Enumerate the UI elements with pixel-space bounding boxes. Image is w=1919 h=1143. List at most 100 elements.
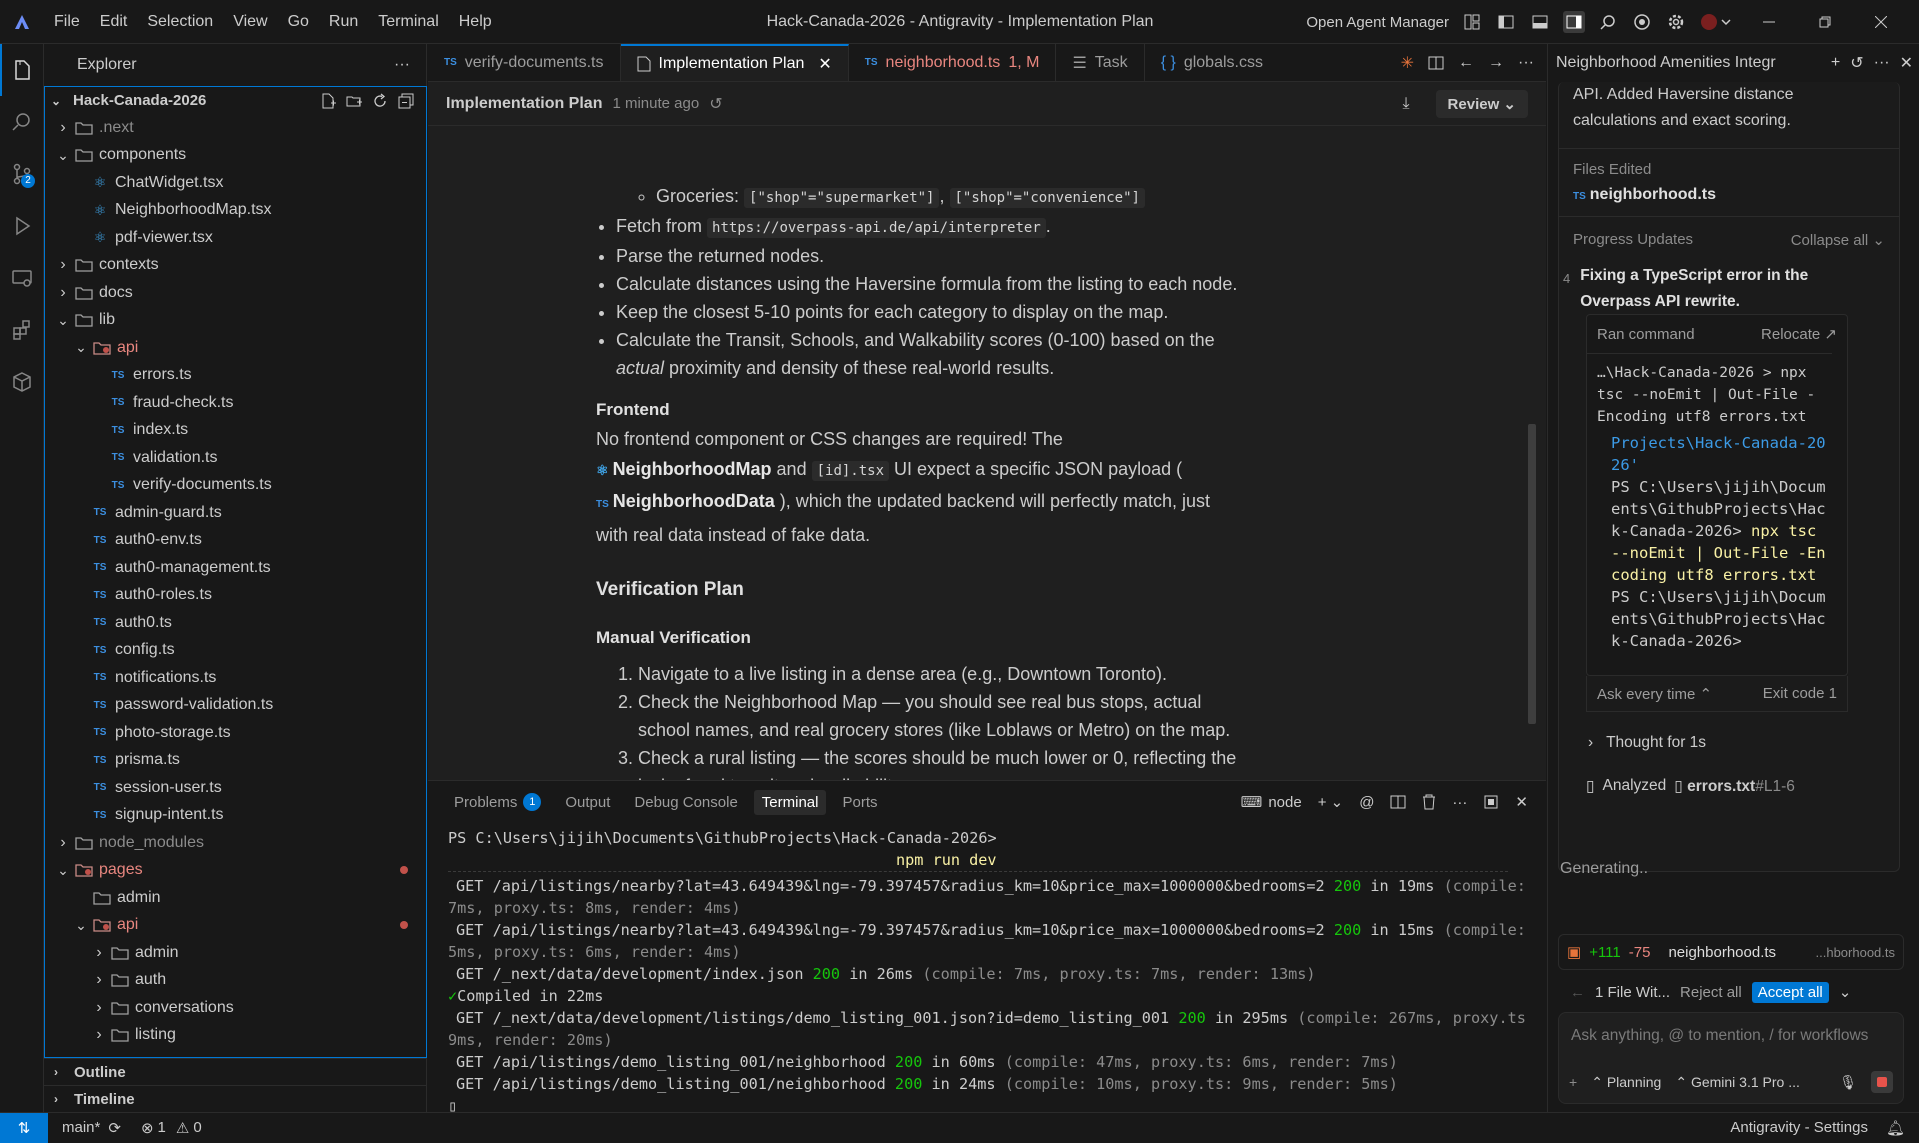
close-icon[interactable]: ✕ <box>1515 793 1528 811</box>
menu-edit[interactable]: Edit <box>90 13 138 31</box>
file-item[interactable]: TS auth0-roles.ts <box>45 582 426 610</box>
collapse-all-icon[interactable] <box>398 93 414 109</box>
folder-item[interactable]: › contexts <box>45 252 426 280</box>
file-item[interactable]: TS validation.ts <box>45 444 426 472</box>
file-item[interactable]: TS notifications.ts <box>45 664 426 692</box>
accept-all-button[interactable]: Accept all <box>1751 981 1829 1003</box>
search-icon[interactable] <box>1597 11 1619 33</box>
avatar[interactable] <box>1699 11 1735 33</box>
more-actions-icon[interactable]: ··· <box>1874 54 1890 72</box>
reject-all-button[interactable]: Reject all <box>1680 984 1742 1001</box>
terminal-shell-selector[interactable]: ⌨ node <box>1241 793 1302 812</box>
split-editor-icon[interactable] <box>1428 55 1444 71</box>
sync-icon[interactable]: ⟳ <box>108 1119 121 1137</box>
tab-globals-css[interactable]: { } globals.css <box>1145 44 1279 81</box>
file-item[interactable]: TS prisma.ts <box>45 747 426 775</box>
history-icon[interactable]: ↺ <box>1850 53 1863 73</box>
more-actions-icon[interactable]: ··· <box>1452 794 1467 811</box>
file-item[interactable]: TS photo-storage.ts <box>45 719 426 747</box>
relocate-button[interactable]: Relocate ↗ <box>1761 325 1837 343</box>
back-arrow-icon[interactable]: ← <box>1458 54 1474 72</box>
close-icon[interactable]: ✕ <box>1900 53 1913 73</box>
more-actions-icon[interactable]: ··· <box>394 56 410 74</box>
tab-verify-documents[interactable]: TS verify-documents.ts <box>428 44 621 81</box>
mode-selector[interactable]: ⌃ Planning <box>1591 1074 1661 1091</box>
file-item[interactable]: TS auth0-env.ts <box>45 527 426 555</box>
toggle-secondary-sidebar-icon[interactable] <box>1563 11 1585 33</box>
edited-file-chip[interactable]: TS neighborhood.ts <box>1573 186 1885 204</box>
new-terminal-icon[interactable]: + ⌄ <box>1318 793 1344 811</box>
thought-row[interactable]: › Thought for 1s <box>1588 734 1706 752</box>
bell-icon[interactable]: 🔔︎ <box>1886 1119 1905 1137</box>
file-item[interactable]: TS session-user.ts <box>45 774 426 802</box>
tab-problems[interactable]: Problems 1 <box>446 789 549 815</box>
branch-indicator[interactable]: main* ⟳ <box>62 1119 121 1137</box>
stop-button[interactable] <box>1871 1071 1893 1093</box>
new-file-icon[interactable] <box>320 93 336 109</box>
folder-item[interactable]: › conversations <box>45 994 426 1022</box>
split-terminal-icon[interactable] <box>1390 794 1406 810</box>
run-debug-icon[interactable] <box>0 200 43 252</box>
file-chip[interactable]: ⚛ NeighborhoodMap <box>596 459 772 479</box>
tab-task[interactable]: ☰ Task <box>1056 44 1145 81</box>
file-item[interactable]: TS auth0.ts <box>45 609 426 637</box>
history-icon[interactable]: ↺ <box>709 94 722 114</box>
toggle-panel-icon[interactable] <box>1529 11 1551 33</box>
folder-item[interactable]: › docs <box>45 279 426 307</box>
file-item[interactable]: TS password-validation.ts <box>45 692 426 720</box>
file-item[interactable]: ⚛ pdf-viewer.tsx <box>45 224 426 252</box>
back-arrow-icon[interactable]: ← <box>1570 984 1585 1001</box>
menu-view[interactable]: View <box>223 13 277 31</box>
editor-scrollbar[interactable] <box>1528 424 1536 724</box>
gear-icon[interactable] <box>1665 11 1687 33</box>
add-context-icon[interactable]: + <box>1569 1074 1577 1090</box>
file-item[interactable]: TS config.ts <box>45 637 426 665</box>
tab-debug-console[interactable]: Debug Console <box>626 790 745 815</box>
microphone-icon[interactable]: 🎙 <box>1839 1074 1857 1091</box>
file-item[interactable]: TS signup-intent.ts <box>45 802 426 830</box>
ask-every-time-dropdown[interactable]: Ask every time ⌃ <box>1597 685 1712 703</box>
restore-icon[interactable] <box>1803 16 1847 28</box>
account-icon[interactable] <box>1631 11 1653 33</box>
collapse-all-button[interactable]: Collapse all ⌄ <box>1791 231 1885 249</box>
menu-selection[interactable]: Selection <box>137 13 223 31</box>
problems-indicator[interactable]: ⊗ 1 ⚠ 0 <box>141 1119 202 1137</box>
minimize-icon[interactable] <box>1747 16 1791 28</box>
timeline-section[interactable]: › Timeline <box>44 1085 427 1112</box>
menu-run[interactable]: Run <box>319 13 368 31</box>
menu-help[interactable]: Help <box>449 13 502 31</box>
remote-explorer-icon[interactable] <box>0 252 43 304</box>
tab-terminal[interactable]: Terminal <box>753 789 827 815</box>
menu-file[interactable]: File <box>44 13 90 31</box>
at-mention-icon[interactable]: @ <box>1359 794 1374 811</box>
analyzed-row[interactable]: ▯ Analyzed ▯ errors.txt#L1-6 <box>1586 777 1795 796</box>
source-control-icon[interactable]: 2 <box>0 148 43 200</box>
folder-item[interactable]: ⌄ api <box>45 334 426 362</box>
terminal-output[interactable]: PS C:\Users\jijih\Documents\GithubProjec… <box>428 823 1528 1113</box>
explorer-view-icon[interactable] <box>0 44 43 96</box>
menu-terminal[interactable]: Terminal <box>368 13 448 31</box>
trash-icon[interactable] <box>1422 794 1436 810</box>
extensions-icon[interactable] <box>0 304 43 356</box>
download-icon[interactable]: ⤓ <box>1402 95 1409 113</box>
open-agent-manager-button[interactable]: Open Agent Manager <box>1306 14 1449 31</box>
file-item[interactable]: ⚛ NeighborhoodMap.tsx <box>45 197 426 225</box>
close-icon[interactable]: ✕ <box>818 54 831 74</box>
folder-item[interactable]: ⌄ api <box>45 912 426 940</box>
new-conversation-icon[interactable]: + <box>1831 54 1840 72</box>
file-item[interactable]: TS errors.ts <box>45 362 426 390</box>
file-item[interactable]: TS admin-guard.ts <box>45 499 426 527</box>
folder-item[interactable]: › listing <box>45 1022 426 1050</box>
close-window-icon[interactable] <box>1859 16 1903 28</box>
folder-item[interactable]: › node_modules <box>45 829 426 857</box>
chat-input[interactable]: Ask anything, @ to mention, / for workfl… <box>1559 1013 1903 1059</box>
file-item[interactable]: TS auth0-management.ts <box>45 554 426 582</box>
folder-item[interactable]: › admin <box>45 939 426 967</box>
maximize-panel-icon[interactable] <box>1483 794 1499 810</box>
file-item[interactable]: TS fraud-check.ts <box>45 389 426 417</box>
file-item[interactable]: TS index.ts <box>45 417 426 445</box>
settings-status[interactable]: Antigravity - Settings <box>1730 1119 1868 1136</box>
search-view-icon[interactable] <box>0 96 43 148</box>
model-selector[interactable]: ⌃ Gemini 3.1 Pro ... <box>1675 1074 1800 1091</box>
folder-item[interactable]: ⌄ pages <box>45 857 426 885</box>
